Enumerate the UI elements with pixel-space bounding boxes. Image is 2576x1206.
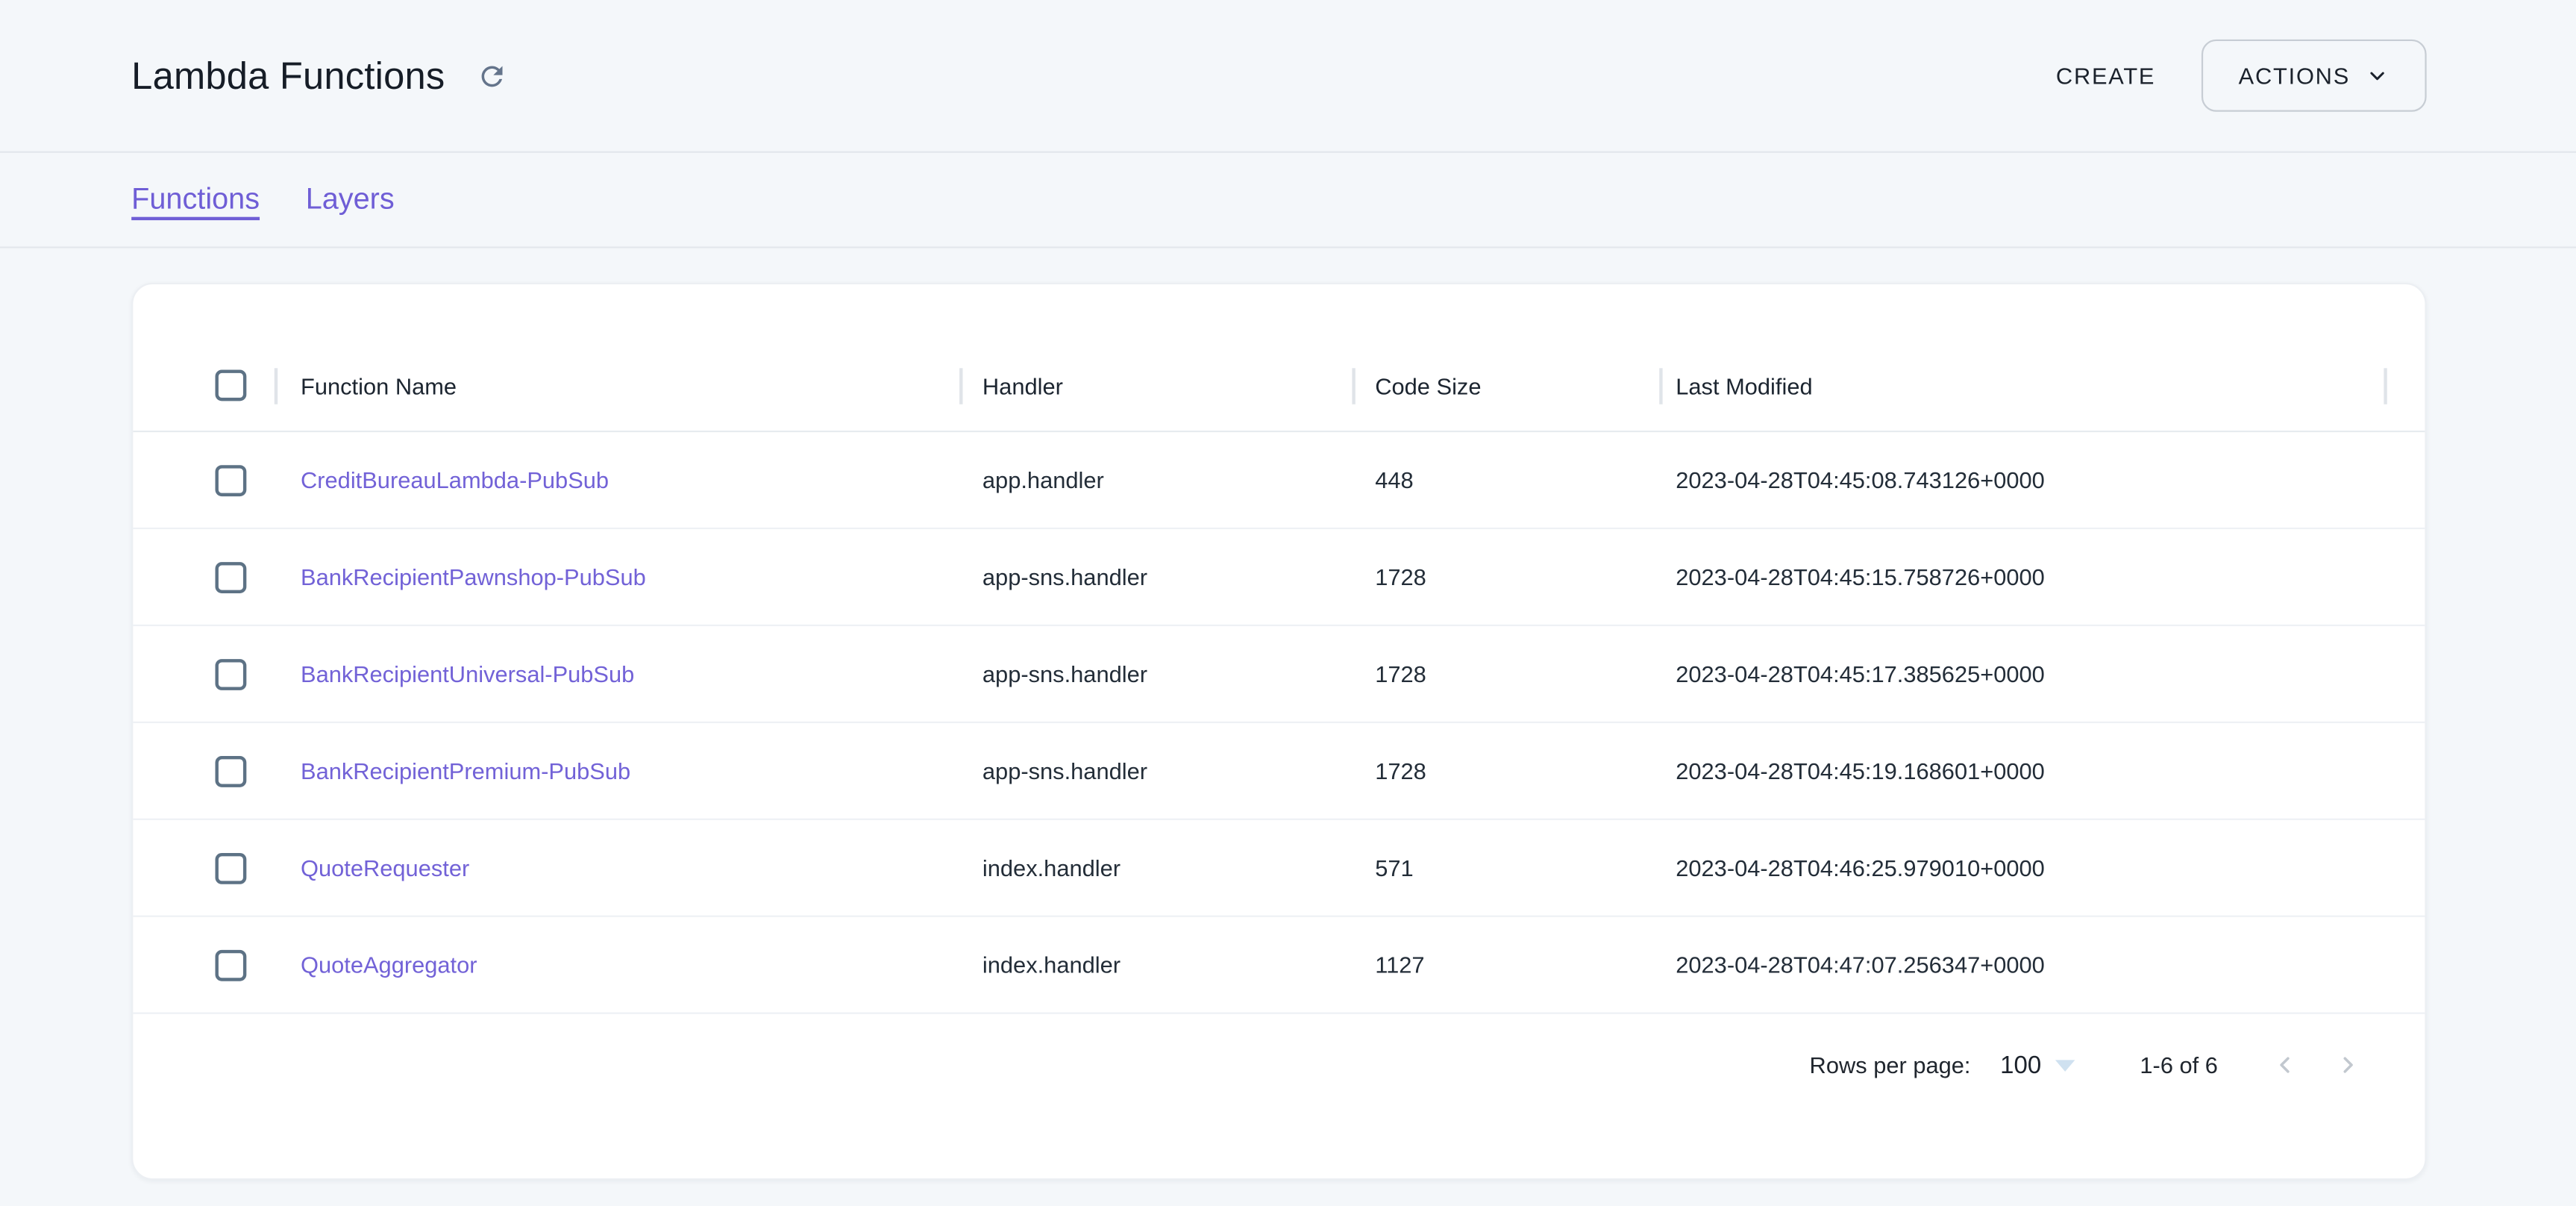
actions-button[interactable]: ACTIONS [2201, 40, 2427, 112]
select-all-checkbox[interactable] [215, 369, 246, 401]
rows-per-page-value: 100 [2000, 1051, 2041, 1078]
rows-per-page-label: Rows per page: [1810, 1052, 1971, 1078]
column-header-handler[interactable]: Handler [959, 340, 1352, 431]
handler-cell: index.handler [959, 820, 1352, 916]
table-row: BankRecipientPremium-PubSub app-sns.hand… [133, 723, 2425, 820]
functions-table-card: Function Name Handler Code Size Last Mod… [131, 283, 2426, 1180]
handler-cell: app-sns.handler [959, 723, 1352, 819]
code-size-cell: 1728 [1352, 723, 1659, 819]
function-name-link[interactable]: CreditBureauLambda-PubSub [301, 466, 609, 493]
function-name-link[interactable]: BankRecipientPremium-PubSub [301, 757, 630, 784]
last-modified-cell: 2023-04-28T04:45:15.758726+0000 [1659, 529, 2384, 625]
row-checkbox[interactable] [215, 464, 246, 496]
last-modified-cell: 2023-04-28T04:45:19.168601+0000 [1659, 723, 2384, 819]
function-name-link[interactable]: QuoteAggregator [301, 952, 477, 978]
tab-functions[interactable]: Functions [131, 182, 260, 216]
lambda-functions-page: Lambda Functions CREATE ACTIONS Function… [0, 0, 2576, 1206]
refresh-button[interactable] [471, 54, 514, 97]
last-modified-cell: 2023-04-28T04:45:08.743126+0000 [1659, 432, 2384, 528]
create-button[interactable]: CREATE [2033, 46, 2178, 105]
actions-button-label: ACTIONS [2239, 63, 2350, 89]
table-header-row: Function Name Handler Code Size Last Mod… [133, 340, 2425, 432]
table-pagination: Rows per page: 100 1-6 of 6 [133, 1014, 2425, 1116]
row-checkbox[interactable] [215, 949, 246, 981]
row-checkbox[interactable] [215, 852, 246, 884]
last-modified-cell: 2023-04-28T04:47:07.256347+0000 [1659, 917, 2384, 1013]
handler-cell: index.handler [959, 917, 1352, 1013]
select-dropdown-icon [2055, 1059, 2074, 1070]
table-row: QuoteAggregator index.handler 1127 2023-… [133, 917, 2425, 1014]
column-header-trailing [2384, 340, 2425, 431]
table-row: BankRecipientPawnshop-PubSub app-sns.han… [133, 529, 2425, 626]
table-row: BankRecipientUniversal-PubSub app-sns.ha… [133, 626, 2425, 723]
column-header-function-name[interactable]: Function Name [275, 340, 959, 431]
column-separator [1659, 367, 1661, 403]
column-header-code-size[interactable]: Code Size [1352, 340, 1659, 431]
table-row: QuoteRequester index.handler 571 2023-04… [133, 820, 2425, 917]
refresh-icon [477, 60, 508, 91]
header-checkbox-cell [133, 340, 274, 431]
column-separator [275, 367, 277, 403]
function-name-link[interactable]: BankRecipientPawnshop-PubSub [301, 563, 646, 590]
column-separator [2384, 367, 2386, 403]
last-modified-cell: 2023-04-28T04:46:25.979010+0000 [1659, 820, 2384, 916]
code-size-cell: 448 [1352, 432, 1659, 528]
next-page-button[interactable] [2316, 1034, 2379, 1096]
code-size-cell: 1127 [1352, 917, 1659, 1013]
row-checkbox[interactable] [215, 561, 246, 593]
page-title: Lambda Functions [131, 54, 445, 98]
last-modified-cell: 2023-04-28T04:45:17.385625+0000 [1659, 626, 2384, 722]
chevron-left-icon [2272, 1052, 2298, 1078]
pagination-range: 1-6 of 6 [2140, 1052, 2218, 1078]
code-size-cell: 1728 [1352, 626, 1659, 722]
handler-cell: app-sns.handler [959, 529, 1352, 625]
previous-page-button[interactable] [2254, 1034, 2316, 1096]
column-separator [1352, 367, 1354, 403]
code-size-cell: 1728 [1352, 529, 1659, 625]
top-bar: Lambda Functions CREATE ACTIONS [0, 0, 2576, 153]
table-row: CreditBureauLambda-PubSub app.handler 44… [133, 432, 2425, 529]
tab-layers[interactable]: Layers [306, 182, 395, 216]
function-name-link[interactable]: BankRecipientUniversal-PubSub [301, 660, 634, 687]
row-checkbox[interactable] [215, 658, 246, 690]
chevron-down-icon [2366, 64, 2389, 87]
handler-cell: app-sns.handler [959, 626, 1352, 722]
function-name-link[interactable]: QuoteRequester [301, 854, 469, 881]
row-checkbox[interactable] [215, 755, 246, 787]
column-header-last-modified[interactable]: Last Modified [1659, 340, 2384, 431]
code-size-cell: 571 [1352, 820, 1659, 916]
rows-per-page-select[interactable]: 100 [2000, 1051, 2074, 1078]
tab-bar: Functions Layers [0, 153, 2576, 249]
chevron-right-icon [2334, 1052, 2360, 1078]
column-separator [959, 367, 962, 403]
handler-cell: app.handler [959, 432, 1352, 528]
